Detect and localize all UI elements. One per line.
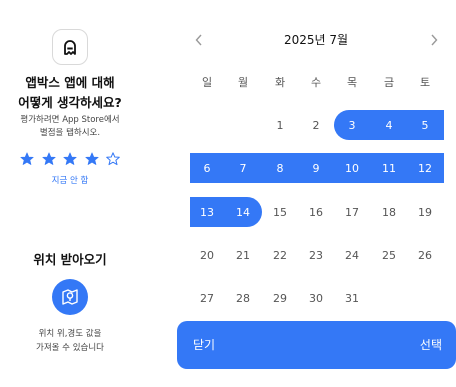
star-rating: [20, 151, 120, 167]
calendar-action-bar: 닫기 선택: [177, 321, 456, 369]
calendar-day[interactable]: 13: [192, 200, 222, 224]
calendar-day[interactable]: 8: [265, 156, 295, 180]
calendar-day[interactable]: 31: [337, 286, 367, 310]
star-filled-icon[interactable]: [41, 152, 56, 166]
calendar-day[interactable]: 6: [192, 156, 222, 180]
calendar-day[interactable]: 7: [228, 156, 258, 180]
weekday-label: 일: [201, 76, 213, 89]
calendar-day[interactable]: 5: [410, 113, 440, 137]
next-month-chevron-right-icon[interactable]: [426, 32, 442, 48]
calendar-day[interactable]: 25: [374, 243, 404, 267]
calendar-day[interactable]: 3: [337, 113, 367, 137]
month-title: 2025년 7월: [283, 33, 349, 47]
weekday-label: 수: [310, 76, 322, 89]
calendar-day[interactable]: 9: [301, 156, 331, 180]
weekday-label: 목: [346, 76, 358, 89]
location-title: 위치 받아오기: [33, 252, 107, 267]
location-description-line-1: 위치 위,경도 값을: [38, 329, 102, 339]
calendar-day[interactable]: 11: [374, 156, 404, 180]
calendar-day[interactable]: 20: [192, 243, 222, 267]
rating-subtitle-line-2: 별점을 탭하시오.: [39, 128, 101, 138]
calendar-day[interactable]: 2: [301, 113, 331, 137]
calendar-day[interactable]: 27: [192, 286, 222, 310]
star-empty-icon[interactable]: [106, 152, 120, 166]
calendar-day[interactable]: 29: [265, 286, 295, 310]
calendar-day[interactable]: 18: [374, 200, 404, 224]
left-panel: 앱박스 앱에 대해 어떻게 생각하세요? 평가하려면 App Store에서 별…: [0, 0, 140, 387]
calendar-day[interactable]: 17: [337, 200, 367, 224]
rating-title-line-2: 어떻게 생각하세요?: [18, 95, 122, 110]
rating-subtitle-line-1: 평가하려면 App Store에서: [20, 115, 120, 125]
star-filled-icon[interactable]: [20, 152, 34, 166]
rating-subtitle: 평가하려면 App Store에서 별점을 탭하시오.: [0, 114, 140, 140]
calendar-day[interactable]: 19: [410, 200, 440, 224]
prev-month-chevron-left-icon[interactable]: [191, 32, 207, 48]
not-now-link[interactable]: 지금 안 함: [0, 174, 140, 186]
calendar-day[interactable]: 16: [301, 200, 331, 224]
weekday-label: 토: [419, 76, 431, 89]
calendar-day[interactable]: 22: [265, 243, 295, 267]
close-button[interactable]: 닫기: [193, 336, 215, 353]
location-description: 위치 위,경도 값을 가져올 수 있습니다: [0, 327, 140, 355]
calendar-day[interactable]: 14: [228, 200, 258, 224]
calendar-day[interactable]: 24: [337, 243, 367, 267]
calendar-day[interactable]: 23: [301, 243, 331, 267]
calendar-day[interactable]: 4: [374, 113, 404, 137]
location-description-line-2: 가져올 수 있습니다: [36, 343, 104, 353]
calendar-day[interactable]: 15: [265, 200, 295, 224]
calendar-day[interactable]: 12: [410, 156, 440, 180]
calendar-day[interactable]: 26: [410, 243, 440, 267]
calendar-day[interactable]: 1: [265, 113, 295, 137]
rating-title: 앱박스 앱에 대해 어떻게 생각하세요?: [0, 73, 140, 113]
map-location-icon[interactable]: [52, 279, 88, 315]
app-logo-icon: [52, 29, 88, 65]
calendar-day[interactable]: 21: [228, 243, 258, 267]
star-filled-icon[interactable]: [84, 152, 99, 166]
calendar-day[interactable]: 30: [301, 286, 331, 310]
weekday-label: 금: [383, 76, 395, 89]
star-filled-icon[interactable]: [63, 152, 77, 166]
weekday-label: 화: [274, 76, 286, 89]
calendar-day[interactable]: 28: [228, 286, 258, 310]
weekday-label: 월: [237, 76, 249, 89]
calendar-day[interactable]: 10: [337, 156, 367, 180]
rating-title-line-1: 앱박스 앱에 대해: [25, 75, 115, 90]
select-button[interactable]: 선택: [420, 336, 442, 353]
